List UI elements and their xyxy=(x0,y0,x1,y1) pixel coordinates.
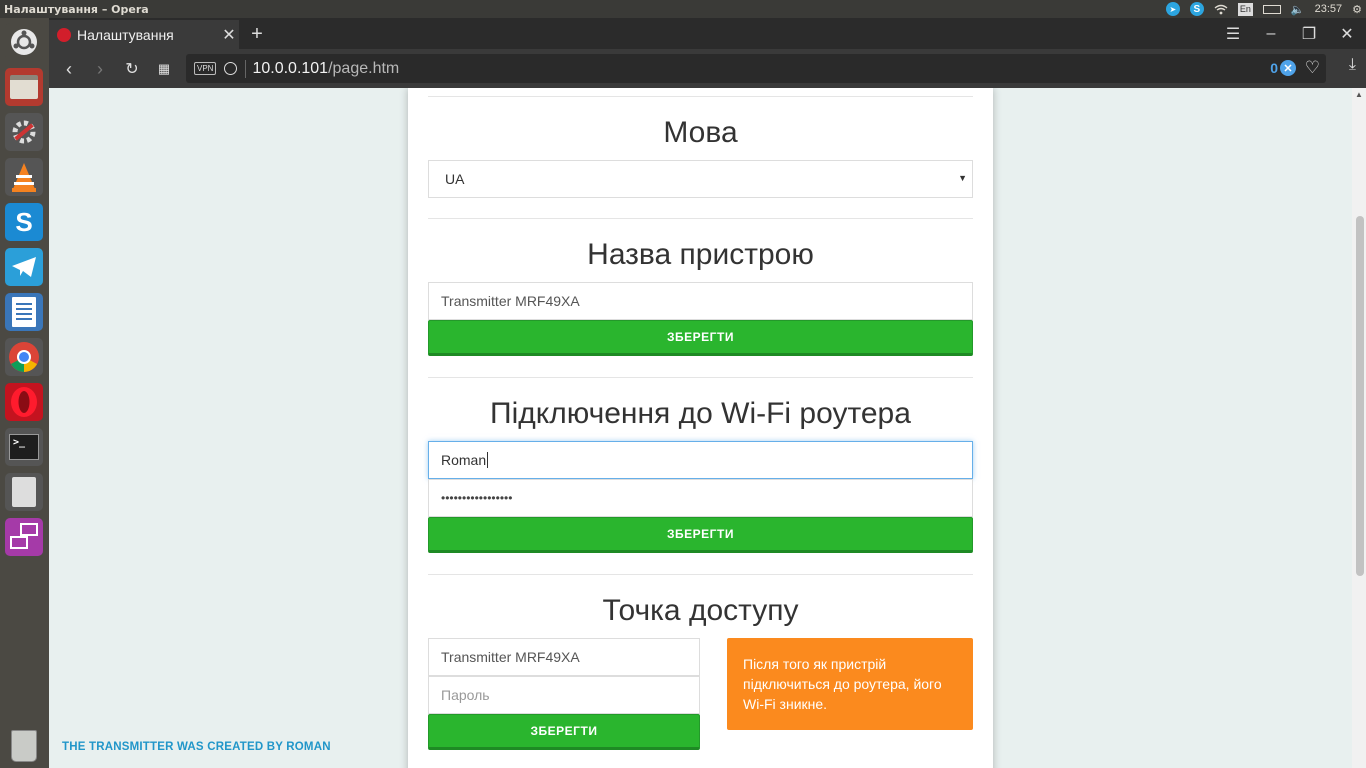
app-launcher: S >_ xyxy=(0,18,49,768)
browser-tab-bar: Налаштування ✕ + ☰ – ❐ ✕ xyxy=(49,18,1366,49)
skype-tray-icon[interactable]: S xyxy=(1189,2,1204,16)
settings-card: Мова UA ▼ Назва пристрою Transmitter MRF… xyxy=(408,88,993,768)
telegram-tray-icon[interactable]: ➤ xyxy=(1165,2,1180,16)
vlc-icon[interactable] xyxy=(5,158,43,196)
download-icon[interactable]: ⤓ xyxy=(1349,56,1356,74)
ap-password-placeholder: Пароль xyxy=(441,687,490,703)
volume-icon[interactable]: 🔈 xyxy=(1291,3,1305,16)
trash-icon[interactable] xyxy=(5,724,43,762)
chevron-down-icon: ▼ xyxy=(958,173,967,183)
opera-icon[interactable] xyxy=(5,383,43,421)
access-point-note: Після того як пристрій підключиться до р… xyxy=(727,638,973,730)
url-text[interactable]: 10.0.0.101/page.htm xyxy=(245,59,399,78)
tab-settings[interactable]: Налаштування ✕ xyxy=(49,20,239,49)
divider xyxy=(428,377,973,378)
save-wifi-button[interactable]: ЗБЕРЕГТИ xyxy=(428,517,973,553)
footer-credit: THE TRANSMITTER WAS CREATED BY ROMAN xyxy=(62,741,331,753)
text-cursor xyxy=(487,452,489,468)
terminal-icon[interactable]: >_ xyxy=(5,428,43,466)
system-settings-icon[interactable] xyxy=(5,113,43,151)
back-button[interactable]: ‹ xyxy=(56,56,82,82)
divider xyxy=(428,96,973,97)
blocked-count: 0 xyxy=(1270,60,1278,76)
scrollbar-thumb[interactable] xyxy=(1356,216,1364,576)
wifi-icon[interactable] xyxy=(1214,4,1228,15)
file-manager-icon[interactable] xyxy=(5,68,43,106)
wifi-password-input[interactable]: ••••••••••••••••• xyxy=(428,479,973,517)
device-name-input[interactable]: Transmitter MRF49XA xyxy=(428,282,973,320)
ad-blocker-indicator[interactable]: 0 ✕ xyxy=(1270,60,1296,76)
minimize-button[interactable]: – xyxy=(1252,18,1290,49)
browser-nav-bar: ‹ › ↻ ▦ VPN 10.0.0.101/page.htm 0 ✕ ♡ ⤓ xyxy=(49,49,1366,88)
ubuntu-dash-icon[interactable] xyxy=(5,23,43,61)
close-window-button[interactable]: ✕ xyxy=(1328,18,1366,49)
ap-password-input[interactable]: Пароль xyxy=(428,676,700,714)
system-tray: ➤ S En 🔈 23:57 ⚙ xyxy=(1165,0,1362,18)
scroll-up-arrow-icon[interactable]: ▲ xyxy=(1355,90,1363,99)
page-viewport: Мова UA ▼ Назва пристрою Transmitter MRF… xyxy=(49,88,1352,768)
close-tab-icon[interactable]: ✕ xyxy=(219,25,239,45)
tab-title: Налаштування xyxy=(77,26,174,43)
settings-gear-icon[interactable]: ⚙ xyxy=(1352,3,1362,16)
device-name-value: Transmitter MRF49XA xyxy=(441,293,580,309)
battery-icon[interactable] xyxy=(1262,4,1281,14)
skype-icon[interactable]: S xyxy=(5,203,43,241)
wifi-heading: Підключення до Wi-Fi роутера xyxy=(490,397,911,430)
wifi-password-mask: ••••••••••••••••• xyxy=(441,491,513,505)
save-access-point-button[interactable]: ЗБЕРЕГТИ xyxy=(428,714,700,750)
maximize-button[interactable]: ❐ xyxy=(1290,18,1328,49)
language-selected-value: UA xyxy=(445,171,465,187)
language-heading: Мова xyxy=(663,116,738,149)
window-title: Налаштування – Opera xyxy=(4,2,149,16)
access-point-heading: Точка доступу xyxy=(602,594,799,627)
tab-menu-icon[interactable]: ☰ xyxy=(1214,18,1252,49)
ap-ssid-input[interactable]: Transmitter MRF49XA xyxy=(428,638,700,676)
clock[interactable]: 23:57 xyxy=(1315,3,1343,15)
speed-dial-icon[interactable]: ▦ xyxy=(151,56,177,82)
calculator-icon[interactable] xyxy=(5,473,43,511)
divider xyxy=(428,218,973,219)
divider xyxy=(428,574,973,575)
page-scrollbar[interactable]: ▲ xyxy=(1352,88,1366,768)
forward-button[interactable]: › xyxy=(87,56,113,82)
window-controls: ☰ – ❐ ✕ xyxy=(1214,18,1366,49)
reload-button[interactable]: ↻ xyxy=(119,56,145,82)
device-name-heading: Назва пристрою xyxy=(587,238,814,271)
wifi-ssid-value: Roman xyxy=(441,452,487,468)
tab-favicon xyxy=(57,27,71,42)
wifi-ssid-input[interactable]: Roman xyxy=(428,441,973,479)
vpn-badge[interactable]: VPN xyxy=(194,62,217,75)
ap-ssid-value: Transmitter MRF49XA xyxy=(441,649,580,665)
telegram-icon[interactable] xyxy=(5,248,43,286)
new-tab-button[interactable]: + xyxy=(245,22,269,46)
address-bar[interactable]: VPN 10.0.0.101/page.htm 0 ✕ ♡ xyxy=(186,54,1326,83)
language-select[interactable]: UA ▼ xyxy=(428,160,973,198)
save-device-name-button[interactable]: ЗБЕРЕГТИ xyxy=(428,320,973,356)
chrome-icon[interactable] xyxy=(5,338,43,376)
keyboard-layout-indicator[interactable]: En xyxy=(1237,2,1253,16)
ad-blocker-icon: ✕ xyxy=(1280,60,1296,76)
globe-icon[interactable] xyxy=(224,62,238,75)
system-top-panel: Налаштування – Opera ➤ S En 🔈 23:57 ⚙ xyxy=(0,0,1366,18)
libreoffice-writer-icon[interactable] xyxy=(5,293,43,331)
bookmark-heart-icon[interactable]: ♡ xyxy=(1305,58,1320,78)
remote-desktop-icon[interactable] xyxy=(5,518,43,556)
